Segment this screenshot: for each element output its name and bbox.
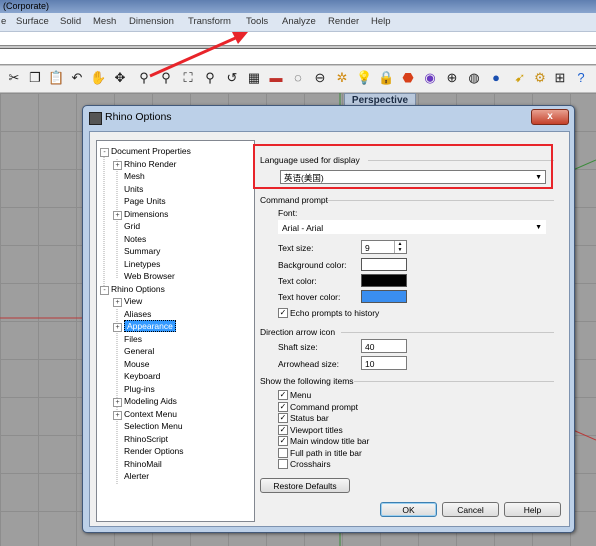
annotation-arrow (149, 32, 248, 78)
